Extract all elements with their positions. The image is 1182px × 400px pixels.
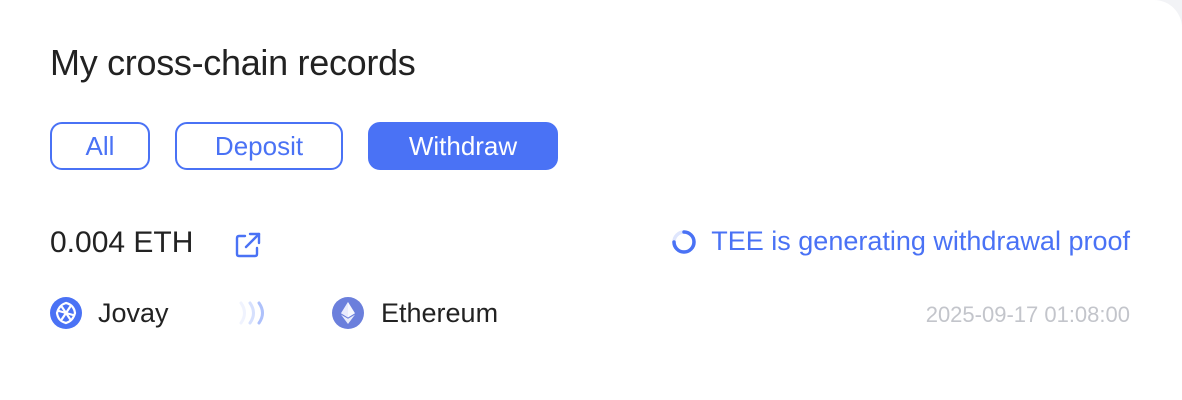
loading-spinner-icon <box>672 229 697 254</box>
tab-withdraw[interactable]: Withdraw <box>368 122 558 170</box>
page-title: My cross-chain records <box>50 42 416 83</box>
tab-all[interactable]: All <box>50 122 150 170</box>
record-status-text: TEE is generating withdrawal proof <box>711 226 1130 256</box>
record-status: TEE is generating withdrawal proof <box>671 226 1130 257</box>
chain-route: Jovay Ethereum 2025-09-17 01:08:00 <box>50 295 1130 331</box>
from-chain-name: Jovay <box>98 298 169 328</box>
to-chain-name: Ethereum <box>381 298 499 328</box>
jovay-logo-icon <box>50 297 82 329</box>
record-filter-tabs: All Deposit Withdraw <box>50 122 583 170</box>
record-amount: 0.004 ETH <box>50 226 194 259</box>
external-link-icon[interactable] <box>233 230 263 260</box>
cross-chain-records-card: My cross-chain records All Deposit Withd… <box>0 0 1182 400</box>
record-item: 0.004 ETH TEE is generating withdrawal p… <box>50 220 1130 350</box>
ethereum-logo-icon <box>332 297 364 329</box>
transfer-arrows-icon <box>239 301 264 325</box>
tab-deposit[interactable]: Deposit <box>175 122 343 170</box>
record-timestamp: 2025-09-17 01:08:00 <box>925 302 1130 327</box>
